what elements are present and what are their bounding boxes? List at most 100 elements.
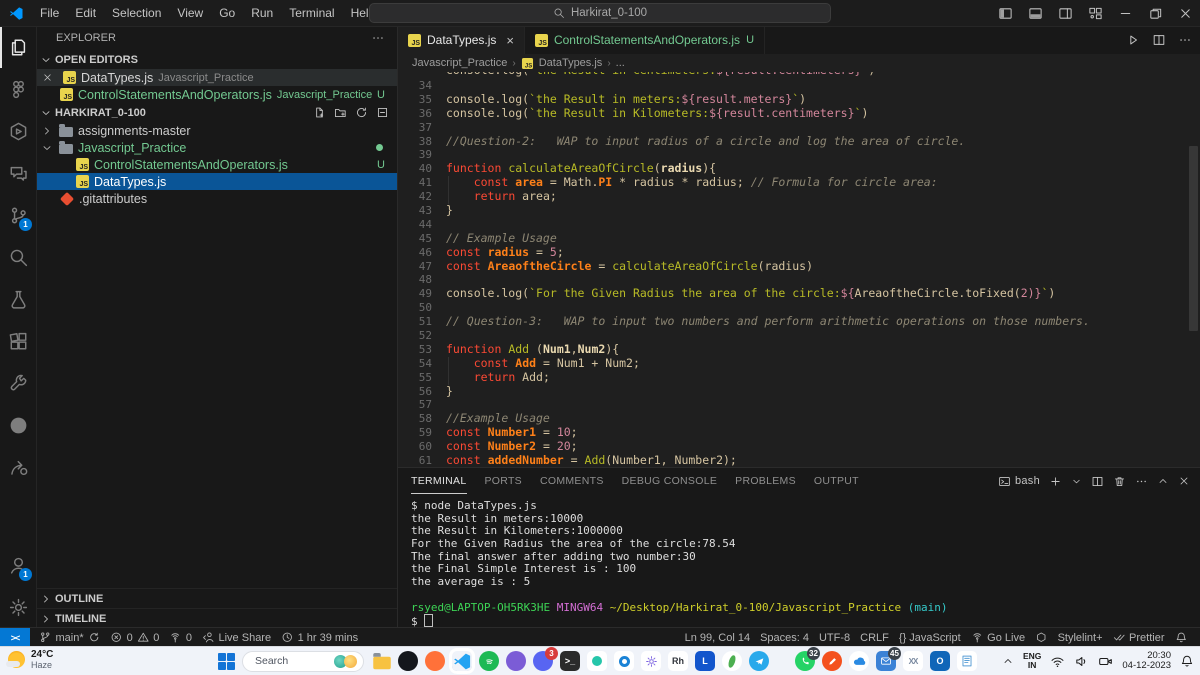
timeline-header[interactable]: TIMELINE bbox=[36, 608, 397, 628]
taskbar-blue-swirl-app-icon[interactable] bbox=[614, 651, 634, 671]
workspace-header[interactable]: HARKIRAT_0-100 bbox=[36, 103, 397, 122]
status-eslint[interactable] bbox=[1030, 631, 1053, 644]
wifi-icon[interactable] bbox=[1050, 654, 1065, 669]
activity-extensions[interactable] bbox=[0, 320, 36, 362]
taskbar-pen-app-icon[interactable] bbox=[822, 651, 842, 671]
activity-testing[interactable] bbox=[0, 278, 36, 320]
taskbar-mail-icon[interactable]: 45 bbox=[876, 647, 901, 671]
new-terminal-button[interactable] bbox=[1049, 475, 1062, 488]
tree-item[interactable]: JS ControlStatementsAndOperators.js U bbox=[36, 156, 397, 173]
taskbar-xx-app-icon[interactable]: XX bbox=[903, 651, 923, 671]
status-indentation[interactable]: Spaces: 4 bbox=[755, 632, 814, 644]
status-git-branch[interactable]: main* bbox=[34, 631, 105, 644]
panel-tab-debug-console[interactable]: DEBUG CONSOLE bbox=[622, 468, 718, 494]
kill-terminal-button[interactable] bbox=[1113, 475, 1126, 488]
activity-remote-tools[interactable] bbox=[0, 362, 36, 404]
tree-item[interactable]: JS DataTypes.js bbox=[36, 173, 397, 190]
status-problems[interactable]: 00 bbox=[105, 631, 164, 644]
toggle-secondary-sidebar-button[interactable] bbox=[1050, 0, 1080, 26]
taskbar-telegram-icon[interactable] bbox=[749, 651, 769, 671]
more-actions-icon[interactable] bbox=[371, 31, 385, 45]
panel-tab-problems[interactable]: PROBLEMS bbox=[735, 468, 796, 494]
language-indicator[interactable]: ENG IN bbox=[1023, 652, 1041, 670]
split-editor-button[interactable] bbox=[1152, 33, 1166, 47]
menu-selection[interactable]: Selection bbox=[104, 4, 169, 22]
breadcrumb-item[interactable]: Javascript_Practice bbox=[412, 57, 507, 69]
status-cursor-position[interactable]: Ln 99, Col 14 bbox=[680, 632, 755, 644]
taskbar-firefox-icon[interactable] bbox=[425, 651, 445, 671]
taskbar-vscode-icon[interactable] bbox=[452, 651, 472, 671]
taskbar-cloud-app-icon[interactable] bbox=[849, 651, 869, 671]
open-editor-item[interactable]: JS DataTypes.js Javascript_Practice bbox=[36, 69, 397, 86]
open-editor-item[interactable]: JS ControlStatementsAndOperators.js Javasc… bbox=[36, 86, 397, 103]
status-ports[interactable]: 0 bbox=[164, 631, 197, 644]
activity-source-control[interactable]: 1 bbox=[0, 194, 36, 236]
breadcrumb[interactable]: Javascript_Practice › JS DataTypes.js ›... bbox=[398, 54, 1200, 72]
menu-view[interactable]: View bbox=[169, 4, 211, 22]
tree-item[interactable]: .gitattributes bbox=[36, 190, 397, 207]
remote-indicator[interactable]: >< bbox=[0, 628, 30, 647]
toggle-sidebar-button[interactable] bbox=[990, 0, 1020, 26]
terminal-output[interactable]: $ node DataTypes.js the Result in meters:… bbox=[398, 494, 1200, 628]
start-button[interactable] bbox=[218, 652, 235, 670]
menu-run[interactable]: Run bbox=[243, 4, 281, 22]
status-encoding[interactable]: UTF-8 bbox=[814, 632, 855, 644]
editor-tab[interactable]: JS ControlStatementsAndOperators.js U bbox=[525, 26, 766, 54]
terminal-shell-label[interactable]: bash bbox=[998, 475, 1040, 488]
editor-scrollbar[interactable] bbox=[1189, 146, 1198, 331]
status-live-share[interactable]: Live Share bbox=[197, 631, 276, 644]
taskbar-whatsapp-icon[interactable]: 32 bbox=[795, 647, 820, 671]
taskbar-mongodb-icon[interactable] bbox=[722, 651, 742, 671]
close-tab-icon[interactable]: × bbox=[506, 33, 514, 48]
activity-accounts[interactable]: 1 bbox=[0, 544, 36, 586]
toggle-panel-button[interactable] bbox=[1020, 0, 1050, 26]
activity-hexagon-app[interactable] bbox=[0, 110, 36, 152]
panel-tab-comments[interactable]: COMMENTS bbox=[540, 468, 604, 494]
taskbar-settings-app-icon[interactable] bbox=[641, 651, 661, 671]
new-file-icon[interactable] bbox=[313, 106, 326, 119]
camera-icon[interactable] bbox=[1098, 654, 1113, 669]
breadcrumb-item[interactable]: ... bbox=[616, 57, 625, 69]
taskbar-discord-icon[interactable]: 3 bbox=[533, 647, 558, 671]
close-icon[interactable] bbox=[42, 72, 56, 83]
tree-item[interactable]: Javascript_Practice bbox=[36, 139, 397, 156]
activity-explorer[interactable] bbox=[0, 26, 36, 68]
taskbar-github-desktop-dark-icon[interactable] bbox=[398, 651, 418, 671]
activity-github[interactable] bbox=[0, 404, 36, 446]
volume-icon[interactable] bbox=[1074, 654, 1089, 669]
refresh-explorer-icon[interactable] bbox=[355, 106, 368, 119]
menu-edit[interactable]: Edit bbox=[67, 4, 104, 22]
weather-widget[interactable]: 24°C Haze bbox=[6, 649, 53, 670]
status-time-tracker[interactable]: 1 hr 39 mins bbox=[276, 631, 363, 644]
activity-settings[interactable] bbox=[0, 586, 36, 628]
breadcrumb-item[interactable]: DataTypes.js bbox=[539, 57, 603, 69]
tree-item[interactable]: assignments-master bbox=[36, 122, 397, 139]
taskbar-notes-app-icon[interactable] bbox=[957, 651, 977, 671]
hidden-icons-chevron[interactable] bbox=[1002, 655, 1014, 667]
command-center-search[interactable]: Harkirat_0-100 bbox=[369, 3, 831, 23]
menu-go[interactable]: Go bbox=[211, 4, 243, 22]
run-file-button[interactable] bbox=[1126, 33, 1140, 47]
taskbar-rh-app-icon[interactable]: Rh bbox=[668, 651, 688, 671]
close-panel-button[interactable] bbox=[1178, 475, 1190, 487]
panel-tab-terminal[interactable]: TERMINAL bbox=[411, 468, 467, 494]
status-stylelint[interactable]: Stylelint+ bbox=[1053, 632, 1108, 644]
status-language-mode[interactable]: {} JavaScript bbox=[894, 632, 966, 644]
status-go-live[interactable]: Go Live bbox=[966, 631, 1030, 644]
taskbar-spotify-icon[interactable] bbox=[479, 651, 499, 671]
new-folder-icon[interactable] bbox=[334, 106, 347, 119]
editor-tab[interactable]: JS DataTypes.js × bbox=[398, 26, 525, 54]
status-eol[interactable]: CRLF bbox=[855, 632, 894, 644]
terminal-dropdown-icon[interactable] bbox=[1071, 476, 1082, 487]
collapse-folders-icon[interactable] bbox=[376, 106, 389, 119]
close-window-button[interactable] bbox=[1170, 0, 1200, 26]
activity-chat[interactable] bbox=[0, 152, 36, 194]
code-editor[interactable]: console.log(`the Result in centimeters:$… bbox=[398, 72, 1200, 468]
open-editors-header[interactable]: OPEN EDITORS bbox=[36, 50, 397, 69]
taskbar-teal-dot-app-icon[interactable] bbox=[587, 651, 607, 671]
maximize-panel-button[interactable] bbox=[1157, 475, 1169, 487]
taskbar-terminal-app-icon[interactable]: >_ bbox=[560, 651, 580, 671]
restore-button[interactable] bbox=[1140, 0, 1170, 26]
panel-tab-ports[interactable]: PORTS bbox=[485, 468, 522, 494]
activity-live-share[interactable] bbox=[0, 446, 36, 488]
